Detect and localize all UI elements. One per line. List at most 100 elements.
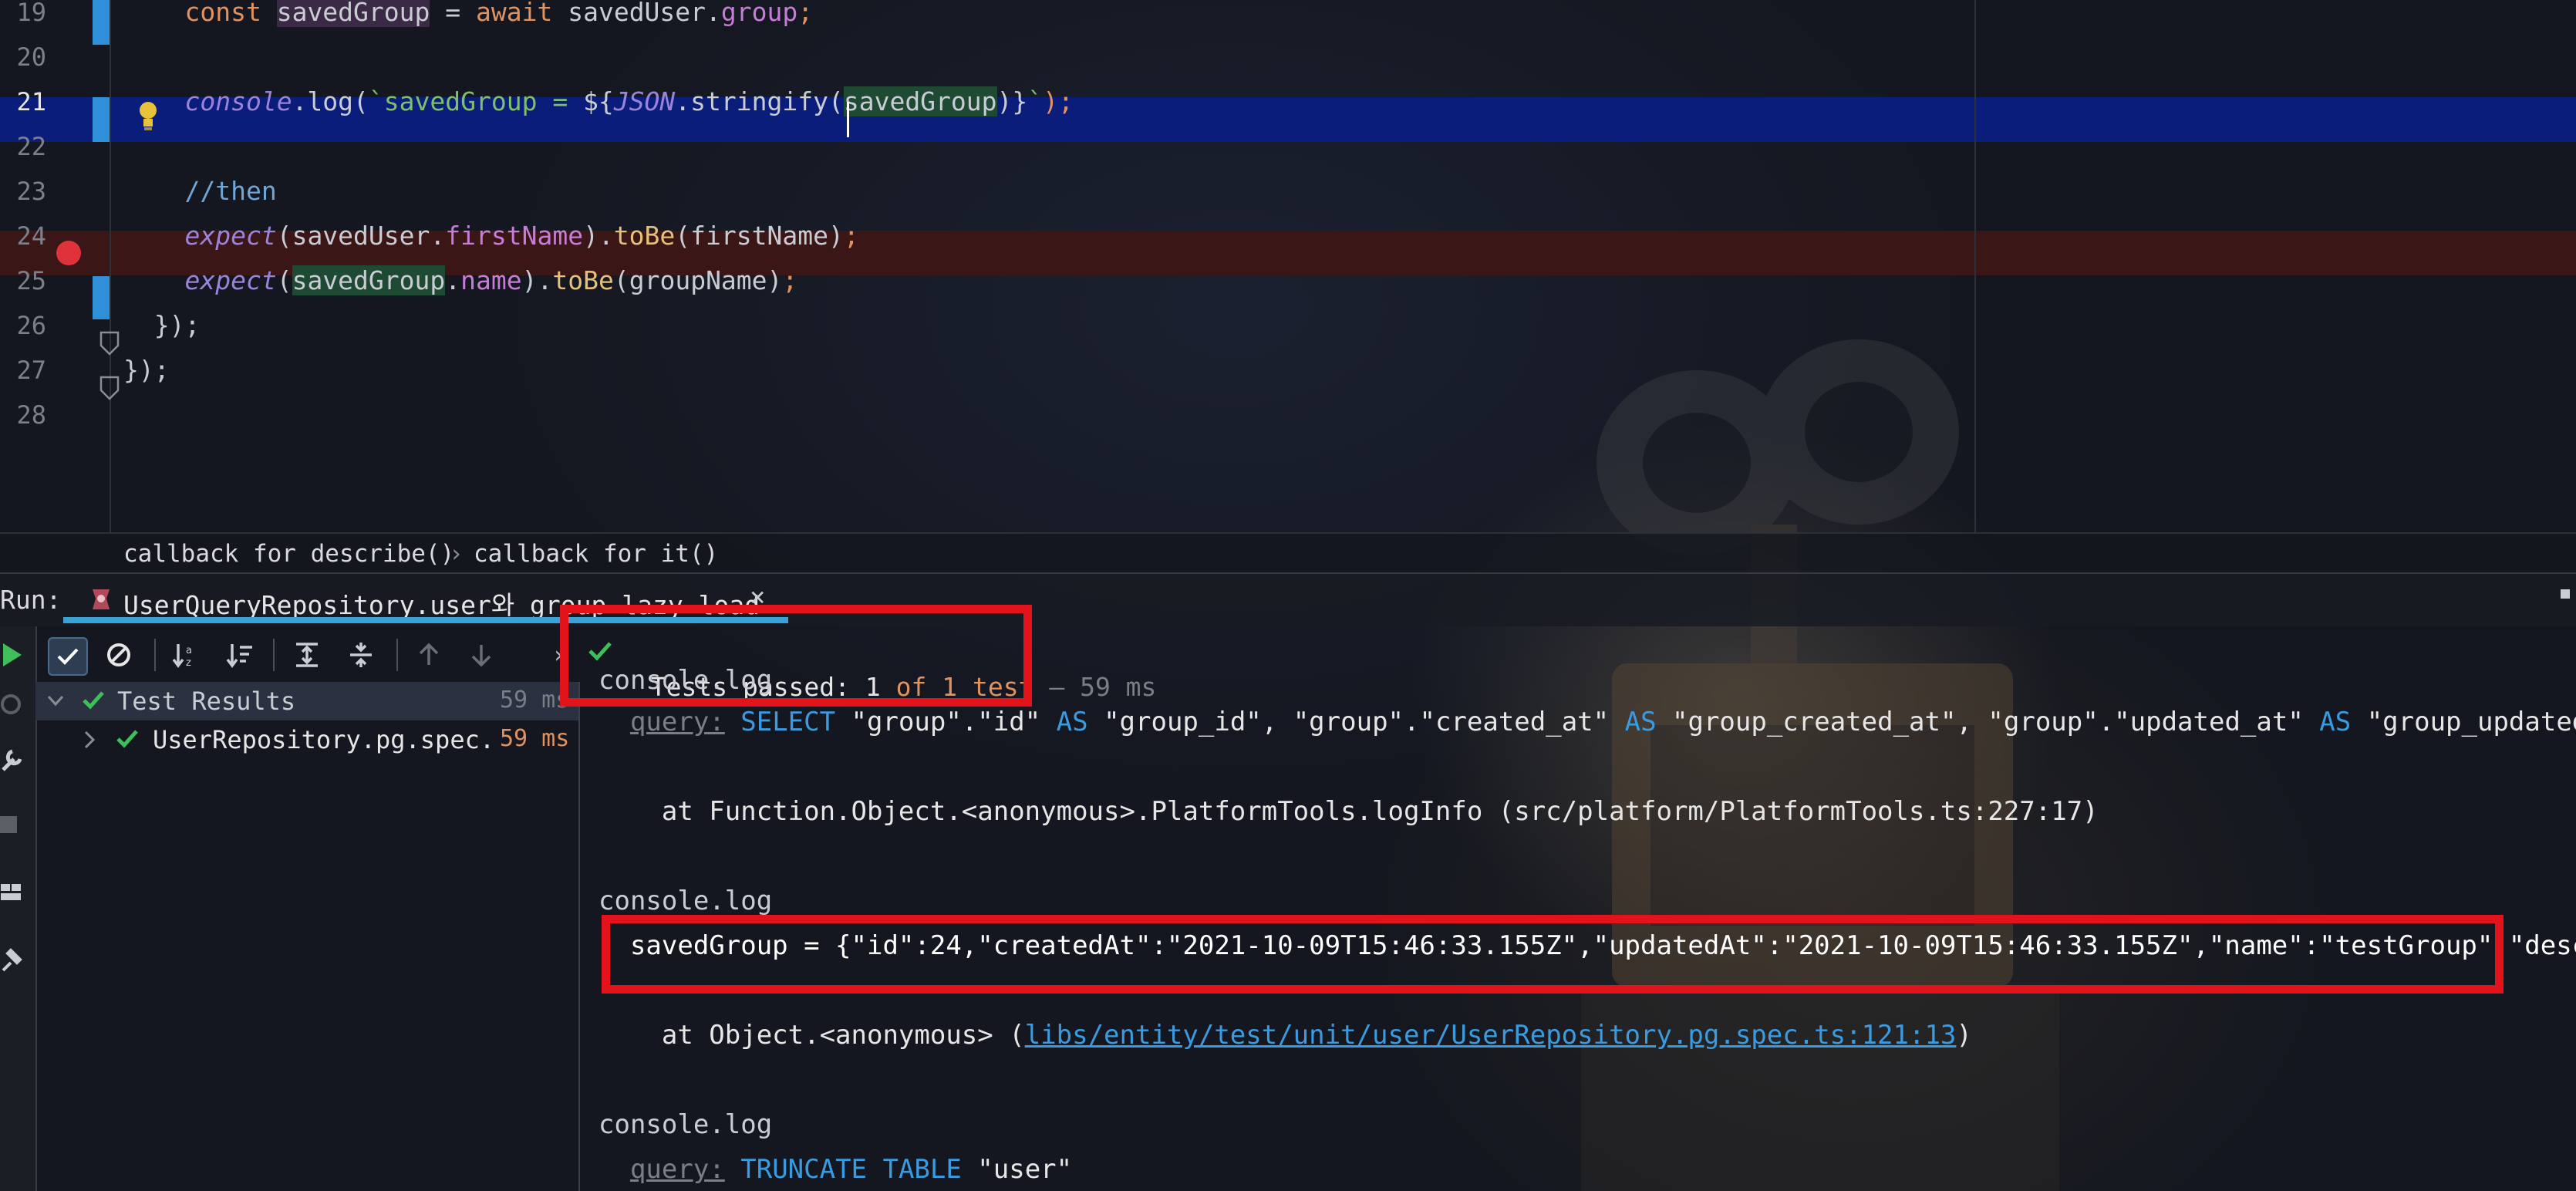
tree-child-label[interactable]: UserRepository.pg.spec.	[153, 725, 494, 754]
code-token: at Object.<anonymous> (	[598, 1020, 1025, 1051]
line-number[interactable]: 28	[0, 393, 46, 437]
code-token: (savedUser.	[276, 221, 446, 251]
right-margin-guide	[1974, 0, 1976, 532]
toolbar-separator	[154, 639, 156, 671]
sort-duration-icon[interactable]	[222, 637, 259, 673]
code-token: AS	[1624, 707, 1673, 737]
code-token: ;	[797, 0, 814, 27]
code-token: (firstName)	[675, 221, 844, 251]
code-token: .log(	[292, 86, 369, 116]
code-token: query:	[629, 707, 725, 737]
breakpoint-icon[interactable]	[56, 240, 82, 266]
line-number[interactable]: 20	[0, 35, 46, 79]
code-token: ;	[782, 265, 798, 295]
fold-marker-icon[interactable]	[99, 375, 120, 401]
code-token: ).	[583, 221, 614, 251]
code-token: //then	[184, 176, 277, 206]
expand-all-icon[interactable]	[288, 637, 325, 673]
console-line: console.log	[598, 882, 772, 919]
line-number[interactable]: 24	[0, 214, 46, 258]
code-editor[interactable]: 19 const savedGroup = await savedUser.gr…	[0, 0, 2576, 532]
change-marker[interactable]	[93, 97, 110, 142]
window-options-icon[interactable]	[2561, 589, 2570, 599]
code-token: });	[123, 355, 170, 385]
rerun-icon[interactable]	[2, 642, 23, 668]
code-token: =	[430, 0, 476, 27]
code-line[interactable]: const savedGroup = await savedUser.group…	[123, 0, 813, 35]
breadcrumb-item-it[interactable]: callback for it()	[474, 540, 718, 568]
code-token: });	[123, 310, 201, 340]
console-line: at Object.<anonymous> (libs/entity/test/…	[598, 1017, 1972, 1054]
change-marker[interactable]	[93, 276, 110, 319]
line-number[interactable]: 23	[0, 169, 46, 214]
toolbar-separator	[396, 639, 398, 671]
code-token: (	[276, 265, 292, 295]
code-token: libs/entity/test/unit/user/UserRepositor…	[1024, 1020, 1957, 1051]
stop-filter-icon[interactable]	[100, 637, 137, 673]
code-token: savedGroup	[843, 86, 997, 116]
line-number[interactable]: 21	[0, 79, 46, 124]
code-line[interactable]: expect(savedUser.firstName).toBe(firstNa…	[123, 214, 858, 258]
line-number[interactable]: 27	[0, 348, 46, 393]
code-token: );	[1043, 86, 1074, 116]
next-failed-icon[interactable]	[463, 637, 500, 673]
code-token: savedUser.	[568, 0, 721, 27]
code-token: "group_created_at", "group"."updated_at"	[1672, 707, 2320, 737]
code-token: at Function.Object.<anonymous>.PlatformT…	[598, 796, 2099, 827]
layout-icon[interactable]	[0, 881, 23, 904]
code-token: AS	[1056, 707, 1104, 737]
prev-failed-icon[interactable]	[410, 637, 447, 673]
code-token: TRUNCATE TABLE	[724, 1154, 978, 1185]
code-token: savedGroup	[276, 0, 430, 27]
code-line[interactable]: });	[123, 303, 201, 348]
breadcrumb: callback for describe() › callback for i…	[0, 532, 2576, 572]
console-line: console.log	[598, 1106, 772, 1143]
annotation-box-saved-group	[602, 915, 2504, 994]
chevron-down-icon[interactable]	[46, 693, 65, 708]
code-token: ).	[521, 265, 553, 295]
code-token: toBe	[613, 221, 676, 251]
line-number[interactable]: 26	[0, 303, 46, 348]
code-token: name	[460, 265, 522, 295]
code-token: AS	[2319, 707, 2367, 737]
code-line[interactable]: console.log(`savedGroup = ${JSON.stringi…	[123, 79, 1074, 124]
code-token: "user"	[977, 1154, 1073, 1185]
lightbulb-icon[interactable]	[136, 99, 160, 133]
stop-icon[interactable]	[0, 816, 17, 833]
code-line[interactable]: //then	[123, 169, 277, 214]
test-results-tree: Test Results 59 ms UserRepository.pg.spe…	[35, 682, 580, 1191]
code-token: group	[720, 0, 798, 27]
fold-marker-icon[interactable]	[99, 330, 120, 356]
code-line[interactable]: });	[123, 348, 170, 393]
code-token: ${	[583, 86, 614, 116]
wrench-icon[interactable]	[0, 745, 25, 773]
code-token: JSON	[613, 86, 676, 116]
tree-child-time: 59 ms	[500, 725, 570, 752]
svg-text:z: z	[186, 657, 191, 669]
passed-check-icon	[116, 730, 138, 748]
code-token: .stringify(	[675, 86, 844, 116]
rerun-failed-icon[interactable]	[0, 691, 23, 717]
code-line[interactable]: expect(savedGroup.name).toBe(groupName);	[123, 258, 797, 303]
sort-alpha-icon[interactable]: az	[168, 637, 205, 673]
collapse-all-icon[interactable]	[342, 637, 379, 673]
code-token: console.log	[598, 1109, 773, 1140]
line-number[interactable]: 22	[0, 124, 46, 169]
pin-icon[interactable]	[0, 947, 23, 973]
breadcrumb-separator: ›	[449, 540, 464, 568]
console-line: query: TRUNCATE TABLE "user"	[598, 1151, 1072, 1188]
check-filter-icon[interactable]	[48, 637, 88, 676]
breadcrumb-item-describe[interactable]: callback for describe()	[123, 540, 454, 568]
change-marker[interactable]	[93, 0, 110, 45]
tree-root-label: Test Results	[117, 687, 296, 716]
code-token: expect	[184, 221, 277, 251]
code-token: toBe	[552, 265, 614, 295]
line-number[interactable]: 19	[0, 0, 46, 35]
line-number[interactable]: 25	[0, 258, 46, 303]
chevron-right-icon[interactable]	[82, 730, 97, 750]
